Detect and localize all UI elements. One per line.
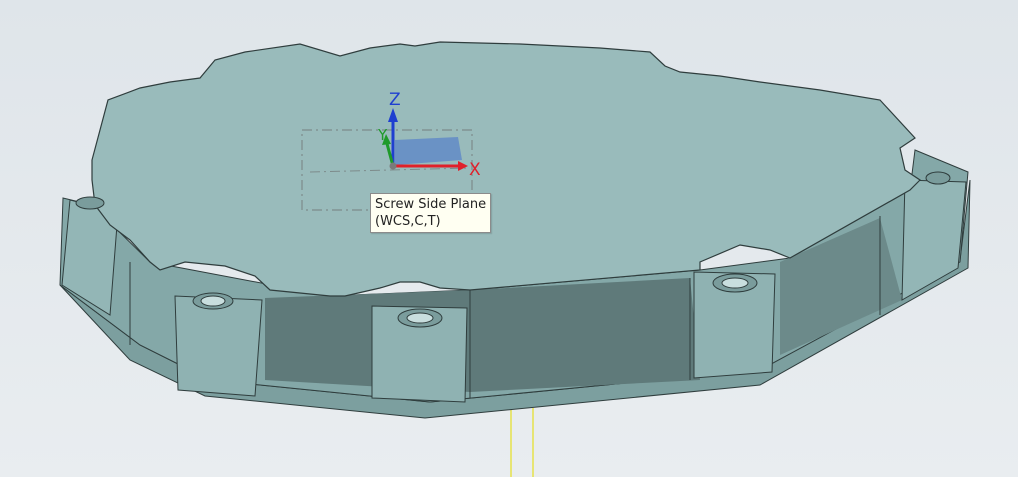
triad-origin (389, 162, 397, 170)
part-model[interactable]: X Z Y (0, 0, 1018, 477)
tooltip-title: Screw Side Plane (375, 197, 487, 212)
plane-tooltip: Screw Side Plane (WCS,C,T) (370, 193, 492, 233)
3d-viewport[interactable]: X Z Y Screw Side Plane (WCS,C,T) (0, 0, 1018, 477)
z-axis-label: Z (389, 90, 401, 110)
x-axis-label: X (469, 160, 481, 180)
tooltip-subtitle: (WCS,C,T) (375, 214, 441, 229)
y-axis-label: Y (377, 126, 388, 144)
